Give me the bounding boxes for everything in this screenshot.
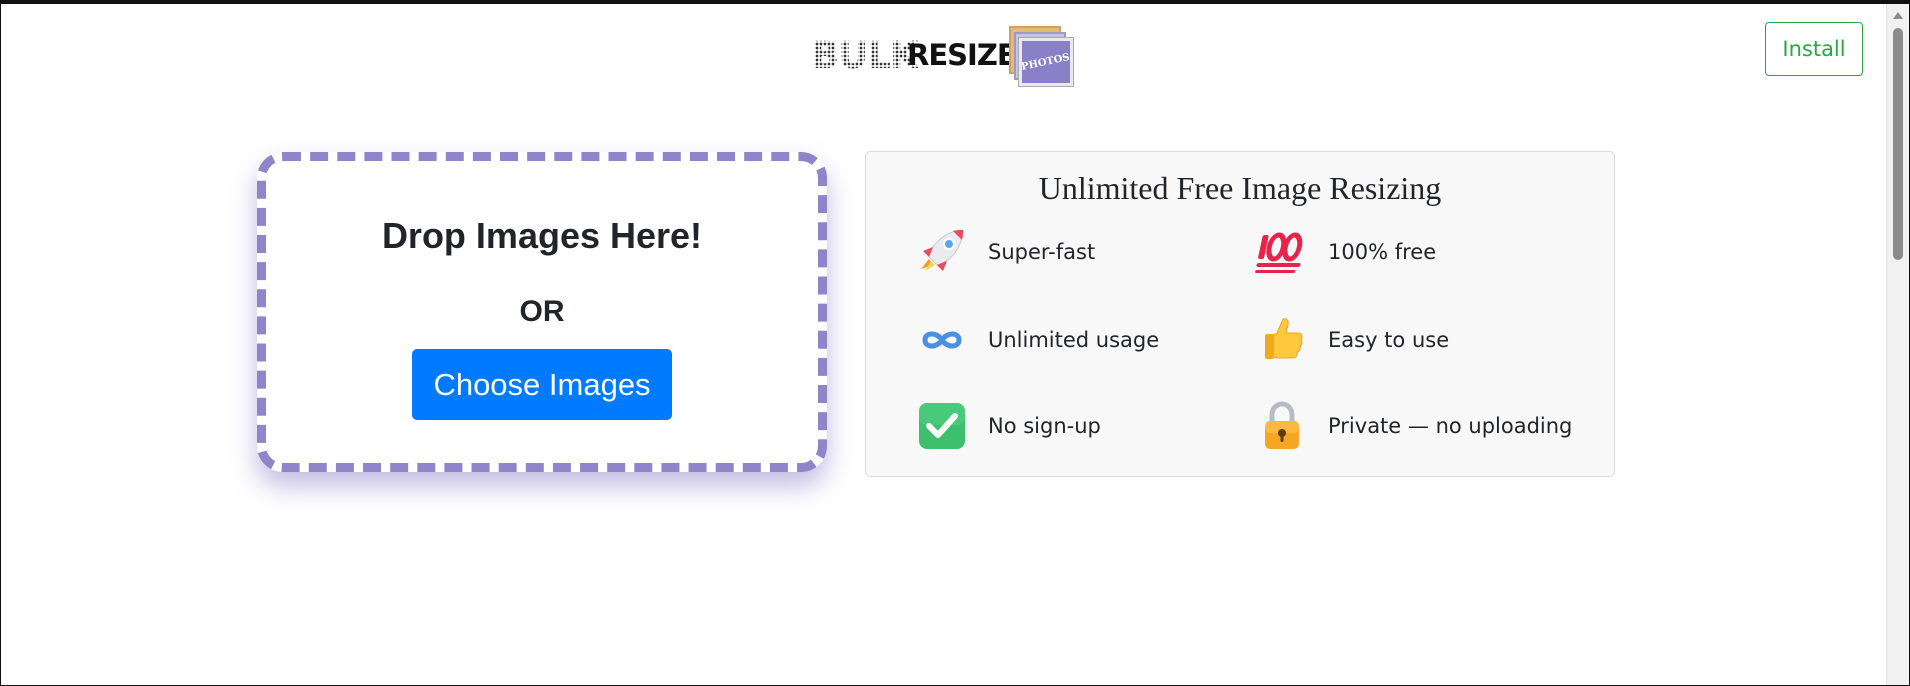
image-drop-zone[interactable]: Drop Images Here! OR Choose Images [257,152,827,472]
scrollbar-thumb[interactable] [1893,28,1903,260]
feature-unlimited-usage: Unlimited usage [914,312,1159,368]
vertical-scrollbar[interactable] [1886,4,1909,685]
rocket-icon [914,224,970,280]
logo-photos-icon: PHOTOS [1009,24,1073,86]
logo-word-resize: RESIZE [907,38,1017,72]
logo-word-bulk: BULK [811,34,918,77]
lock-icon [1254,398,1310,454]
feature-label: Unlimited usage [988,328,1160,352]
feature-label: Private — no uploading [1328,414,1573,438]
thumbs-up-icon [1254,312,1310,368]
infinity-icon [914,312,970,368]
scroll-up-arrow-icon[interactable] [1893,12,1903,19]
feature-easy-to-use: Easy to use [1254,312,1449,368]
features-title: Unlimited Free Image Resizing [1038,170,1442,206]
drop-zone-or: OR [519,295,565,328]
feature-label: Easy to use [1328,328,1450,352]
check-mark-icon [914,398,970,454]
hundred-points-icon [1254,224,1310,280]
install-button[interactable]: Install [1765,22,1863,76]
drop-zone-title: Drop Images Here! [381,215,703,256]
choose-images-button[interactable]: Choose Images [412,349,672,420]
feature-free: 100% free [1254,224,1436,280]
logo-badge-label: PHOTOS [1020,51,1072,73]
feature-private: Private — no uploading [1254,398,1572,454]
feature-label: No sign-up [988,414,1101,438]
features-card: Unlimited Free Image Resizing Super-fast [865,151,1615,477]
feature-label: 100% free [1328,240,1437,264]
browser-window: BULK RESIZE PHOTOS Install Drop Images H… [0,0,1910,686]
feature-label: Super-fast [988,240,1096,264]
feature-super-fast: Super-fast [914,224,1095,280]
feature-no-sign-up: No sign-up [914,398,1101,454]
site-logo[interactable]: BULK RESIZE PHOTOS [809,24,1073,88]
